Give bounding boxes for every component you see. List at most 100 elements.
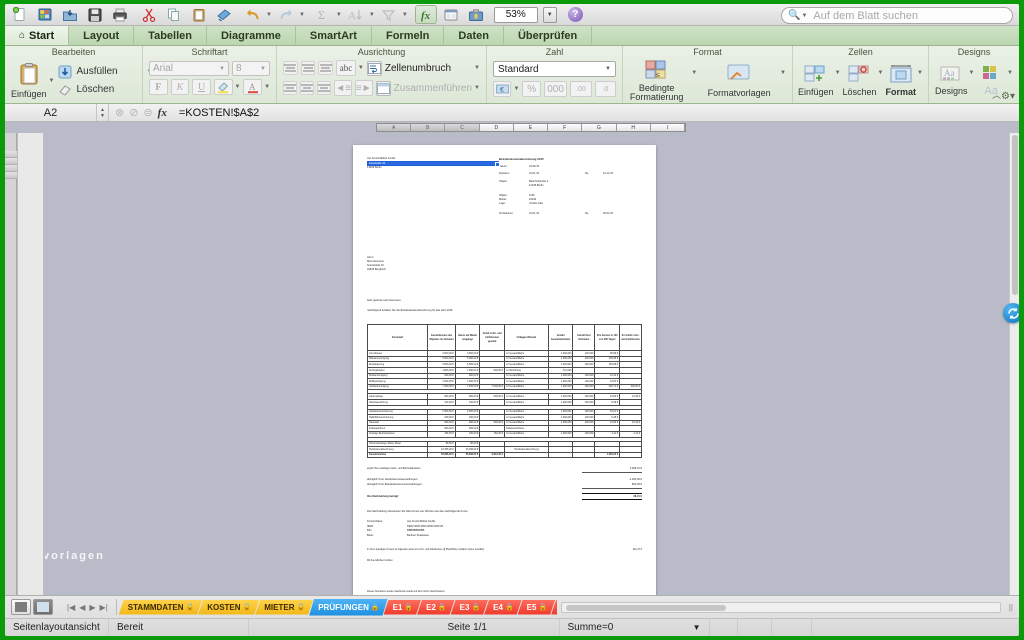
chevron-up-icon[interactable]: ︿: [992, 88, 1001, 101]
delete-cells-caret-icon[interactable]: ▼: [878, 70, 884, 76]
vertical-scrollbar[interactable]: [1003, 133, 1019, 595]
undo-icon[interactable]: [242, 5, 264, 24]
font-family-select[interactable]: Arial ▼: [149, 61, 229, 76]
sort-icon[interactable]: A: [345, 5, 367, 24]
row-header[interactable]: [5, 151, 17, 158]
number-format-select[interactable]: Standard ▼: [493, 61, 616, 77]
tab-diagramme[interactable]: Diagramme: [207, 26, 296, 45]
font-size-caret-icon[interactable]: ▼: [260, 66, 266, 72]
column-header-c[interactable]: C: [445, 124, 480, 131]
page-layout-view-button[interactable]: [33, 599, 53, 615]
sum-caret-icon[interactable]: ▼: [693, 623, 701, 632]
sort-caret-icon[interactable]: ▼: [369, 12, 375, 18]
align-center-button[interactable]: [300, 81, 315, 95]
undo-caret-icon[interactable]: ▼: [266, 12, 272, 18]
row-headers[interactable]: [5, 133, 17, 595]
align-middle-button[interactable]: [300, 61, 316, 75]
first-sheet-icon[interactable]: |◀: [67, 603, 75, 612]
formula-builder-icon[interactable]: fx: [414, 5, 437, 24]
font-size-select[interactable]: 8 ▼: [232, 61, 270, 76]
page-canvas[interactable]: Jan Arnold Möbel GmbH Kantstraße 34 1346…: [45, 133, 1009, 595]
fill-button[interactable]: Ausfüllen ▼: [57, 64, 155, 80]
sheet-tab-mieter[interactable]: MIETER 🔒: [255, 600, 313, 615]
sheet-tab-e2[interactable]: E2 🔒: [417, 600, 455, 615]
name-box-stepper[interactable]: ▲ ▼: [97, 104, 109, 121]
underline-button[interactable]: U: [192, 79, 211, 95]
font-color-icon[interactable]: A: [243, 79, 263, 95]
print-icon[interactable]: [109, 5, 131, 24]
clear-button[interactable]: Löschen ▼: [57, 82, 155, 98]
column-header-d[interactable]: D: [479, 124, 514, 131]
redo-caret-icon[interactable]: ▼: [299, 12, 305, 18]
themes-caret-icon[interactable]: ▼: [969, 70, 975, 76]
format-painter-icon[interactable]: [213, 5, 235, 24]
increase-indent-icon[interactable]: ≡►: [354, 80, 373, 96]
resize-grip-icon[interactable]: ||: [1009, 603, 1013, 612]
gallery-icon[interactable]: [440, 5, 462, 24]
search-caret-icon[interactable]: ▼: [801, 13, 807, 19]
sheet-tab-e4[interactable]: E4 🔒: [484, 600, 522, 615]
sheet-tab-pruefungen[interactable]: PRÜFUNGEN 🔒: [309, 599, 387, 616]
help-button[interactable]: ?: [567, 7, 583, 22]
currency-caret-icon[interactable]: ▼: [513, 86, 519, 92]
column-header-g[interactable]: G: [582, 124, 617, 131]
highlight-caret-icon[interactable]: ▼: [235, 84, 241, 90]
tab-start[interactable]: ⌂ Start: [5, 26, 70, 45]
search-box[interactable]: 🔍 ▼ Auf dem Blatt suchen: [781, 7, 1013, 24]
insert-cells-button[interactable]: Einfügen: [798, 64, 834, 97]
cancel-icon[interactable]: ⊗: [115, 106, 124, 119]
last-sheet-icon[interactable]: ▶|: [100, 603, 108, 612]
cell-styles-button[interactable]: Formatvorlagen: [705, 63, 773, 98]
filter-icon[interactable]: [378, 5, 400, 24]
vertical-scroll-thumb[interactable]: [1012, 135, 1018, 295]
column-header-a[interactable]: A: [377, 124, 412, 131]
tab-tabellen[interactable]: Tabellen: [134, 26, 207, 45]
selected-cell[interactable]: Kantstraße 34: [367, 160, 500, 167]
zoom-stepper[interactable]: ▼: [542, 6, 557, 23]
sum-indicator[interactable]: Summe=0 ▼: [560, 619, 710, 636]
conditional-caret-icon[interactable]: ▼: [691, 70, 697, 76]
format-cells-button[interactable]: Format: [886, 64, 916, 97]
redo-icon[interactable]: [275, 5, 297, 24]
align-right-button[interactable]: [317, 81, 332, 95]
tab-daten[interactable]: Daten: [444, 26, 504, 45]
sheet-tab-e1[interactable]: E1 🔒: [384, 600, 422, 615]
theme-colors-caret-icon[interactable]: ▼: [1007, 70, 1013, 76]
wrap-caret-icon[interactable]: ▼: [474, 65, 480, 71]
paste-caret-icon[interactable]: ▼: [49, 78, 55, 84]
new-document-icon[interactable]: [9, 5, 31, 24]
row-header[interactable]: [5, 158, 17, 165]
autosum-icon[interactable]: Σ: [312, 5, 334, 24]
delete-cells-button[interactable]: Löschen: [843, 64, 877, 97]
align-left-button[interactable]: [283, 81, 298, 95]
font-color-caret-icon[interactable]: ▼: [264, 84, 270, 90]
horizontal-scroll-thumb[interactable]: [565, 604, 726, 611]
orientation-caret-icon[interactable]: ▼: [358, 65, 364, 71]
tab-ueberpruefen[interactable]: Überprüfen: [504, 26, 593, 45]
thousands-button[interactable]: 000: [543, 81, 568, 97]
name-box[interactable]: A2: [5, 104, 97, 121]
column-header-e[interactable]: E: [513, 124, 549, 131]
sheet-tab-stammdaten[interactable]: STAMMDATEN 🔒: [119, 600, 202, 615]
highlight-color-icon[interactable]: [213, 79, 233, 95]
sheet-nav-arrows[interactable]: |◀ ◀ ▶ ▶|: [59, 599, 117, 615]
cell-styles-caret-icon[interactable]: ▼: [780, 70, 786, 76]
column-header-h[interactable]: H: [616, 124, 651, 131]
paste-button[interactable]: Einfügen: [11, 62, 47, 99]
confirm-icon[interactable]: ⊘: [129, 106, 138, 119]
copy-icon[interactable]: [163, 5, 185, 24]
merge-caret-icon[interactable]: ▼: [474, 85, 480, 91]
filter-caret-icon[interactable]: ▼: [402, 12, 408, 18]
column-header-b[interactable]: B: [411, 124, 446, 131]
bold-button[interactable]: F: [149, 79, 168, 95]
merge-cells-icon[interactable]: [375, 80, 391, 96]
insert-cells-caret-icon[interactable]: ▼: [835, 70, 841, 76]
conditional-formatting-button[interactable]: ≤ Bedingte Formatierung: [629, 59, 684, 102]
save-icon[interactable]: [84, 5, 106, 24]
tab-layout[interactable]: Layout: [69, 26, 135, 45]
sheet-tab-kosten[interactable]: KOSTEN 🔒: [198, 600, 259, 615]
prev-sheet-icon[interactable]: ◀: [79, 603, 85, 612]
paste-icon[interactable]: [188, 5, 210, 24]
autosum-caret-icon[interactable]: ▼: [336, 12, 342, 18]
sheet-tab-e3[interactable]: E3 🔒: [451, 600, 489, 615]
